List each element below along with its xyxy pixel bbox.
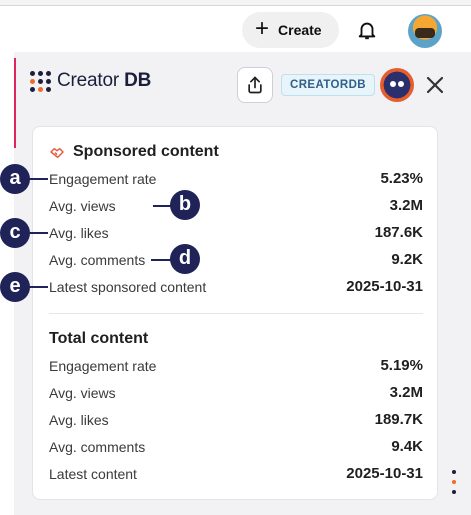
close-icon[interactable] bbox=[423, 73, 447, 97]
stat-value: 3.2M bbox=[389, 384, 423, 401]
top-bar: + Create bbox=[0, 0, 471, 52]
total-content-title: Total content bbox=[49, 330, 149, 347]
total-likes-row: Avg. likes 189.7K bbox=[49, 411, 423, 428]
handshake-icon bbox=[50, 147, 64, 159]
sponsored-views-row: Avg. views 3.2M bbox=[49, 197, 423, 214]
account-avatar[interactable] bbox=[380, 68, 414, 102]
callout-c: c bbox=[0, 218, 30, 248]
logo-dots-icon bbox=[30, 70, 51, 92]
stat-value: 9.2K bbox=[391, 251, 423, 268]
side-dots bbox=[452, 470, 458, 500]
stat-value: 9.4K bbox=[391, 438, 423, 455]
bell-icon[interactable] bbox=[356, 19, 378, 41]
callout-d: d bbox=[170, 244, 200, 274]
stat-label: Engagement rate bbox=[49, 357, 157, 374]
section-divider bbox=[49, 313, 423, 314]
stat-label: Avg. views bbox=[49, 384, 116, 401]
sponsored-comments-row: Avg. comments 9.2K bbox=[49, 251, 423, 268]
stat-value: 187.6K bbox=[374, 224, 423, 241]
stat-label: Engagement rate bbox=[49, 170, 157, 187]
callout-b: b bbox=[170, 190, 200, 220]
stat-label: Avg. views bbox=[49, 197, 116, 214]
brand-name: Creator DB bbox=[57, 70, 152, 91]
sponsored-engagement-row: Engagement rate 5.23% bbox=[49, 170, 423, 187]
stat-label: Latest content bbox=[49, 465, 137, 482]
share-icon bbox=[248, 76, 262, 94]
stat-value: 5.19% bbox=[380, 357, 423, 374]
stat-label: Latest sponsored content bbox=[49, 278, 207, 295]
stat-label: Avg. likes bbox=[49, 224, 109, 241]
create-label: Create bbox=[278, 22, 322, 38]
stat-value: 189.7K bbox=[374, 411, 423, 428]
total-latest-row: Latest content 2025-10-31 bbox=[49, 465, 423, 482]
share-button[interactable] bbox=[237, 67, 273, 103]
creatordb-logo: Creator DB bbox=[30, 70, 151, 92]
create-button[interactable]: + Create bbox=[242, 12, 339, 48]
sponsored-latest-row: Latest sponsored content 2025-10-31 bbox=[49, 278, 423, 295]
stat-value: 5.23% bbox=[380, 170, 423, 187]
total-engagement-row: Engagement rate 5.19% bbox=[49, 357, 423, 374]
stat-label: Avg. comments bbox=[49, 251, 146, 268]
total-comments-row: Avg. comments 9.4K bbox=[49, 438, 423, 455]
top-bar-edge bbox=[0, 0, 471, 6]
creatordb-badge[interactable]: CREATORDB bbox=[281, 74, 376, 96]
callout-e: e bbox=[0, 272, 30, 302]
stat-value: 3.2M bbox=[389, 197, 423, 214]
callout-a: a bbox=[0, 164, 30, 194]
total-views-row: Avg. views 3.2M bbox=[49, 384, 423, 401]
stat-label: Avg. comments bbox=[49, 438, 146, 455]
stat-value: 2025-10-31 bbox=[346, 465, 423, 482]
stats-card: Sponsored content Engagement rate 5.23% … bbox=[32, 126, 438, 500]
page-accent-line bbox=[14, 58, 16, 148]
stat-label: Avg. likes bbox=[49, 411, 109, 428]
stat-value: 2025-10-31 bbox=[346, 278, 423, 295]
plus-icon: + bbox=[255, 15, 270, 42]
sponsored-content-title: Sponsored content bbox=[49, 143, 219, 161]
sponsored-likes-row: Avg. likes 187.6K bbox=[49, 224, 423, 241]
user-avatar[interactable] bbox=[408, 14, 442, 48]
